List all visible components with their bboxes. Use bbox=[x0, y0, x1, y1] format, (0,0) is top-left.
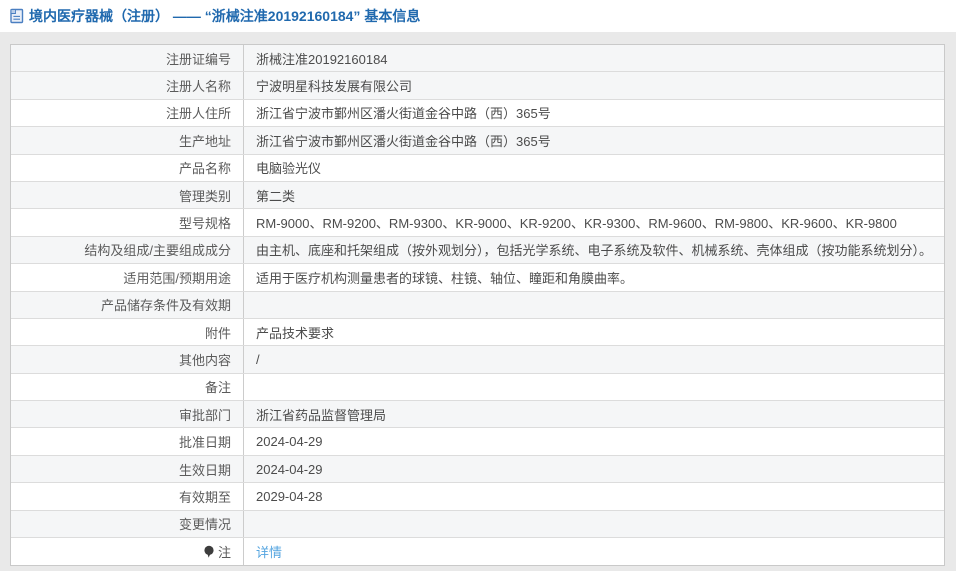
row-value: 浙械注准20192160184 bbox=[256, 51, 388, 67]
row-label: 适用范围/预期用途 bbox=[11, 264, 244, 291]
table-row-expiry-date: 有效期至 2029-04-28 bbox=[11, 483, 944, 511]
row-label: 结构及组成/主要组成成分 bbox=[11, 236, 244, 264]
table-row-remarks: 备注 bbox=[11, 373, 944, 402]
table-row-model-spec: 型号规格 RM-9000、RM-9200、RM-9300、KR-9000、KR-… bbox=[11, 209, 944, 237]
row-label: 注册人住所 bbox=[11, 99, 244, 127]
row-value: 由主机、底座和托架组成（按外观划分），包括光学系统、电子系统及软件、机械系统、壳… bbox=[256, 243, 933, 259]
row-label: 注册人名称 bbox=[11, 72, 244, 99]
row-value: / bbox=[256, 351, 260, 367]
row-label: 产品名称 bbox=[11, 154, 244, 181]
table-row-production-address: 生产地址 浙江省宁波市鄞州区潘火街道金谷中路（西）365号 bbox=[11, 127, 944, 155]
table-row-registrant-address: 注册人住所 浙江省宁波市鄞州区潘火街道金谷中路（西）365号 bbox=[11, 99, 944, 128]
row-value: 电脑验光仪 bbox=[256, 161, 322, 177]
row-value bbox=[244, 292, 944, 318]
row-label: 管理类别 bbox=[11, 181, 244, 209]
row-label: 其他内容 bbox=[11, 346, 244, 373]
row-value: RM-9000、RM-9200、RM-9300、KR-9000、KR-9200、… bbox=[256, 216, 897, 232]
row-value: 2024-04-29 bbox=[256, 461, 323, 477]
row-value: 宁波明星科技发展有限公司 bbox=[256, 79, 413, 95]
table-row-registrant-name: 注册人名称 宁波明星科技发展有限公司 bbox=[11, 72, 944, 100]
row-label: 变更情况 bbox=[11, 510, 244, 538]
row-value: 2029-04-28 bbox=[256, 488, 323, 504]
row-label: 审批部门 bbox=[11, 401, 244, 428]
registration-info-table: 注册证编号 浙械注准20192160184 注册人名称 宁波明星科技发展有限公司… bbox=[10, 44, 945, 567]
row-value: 浙江省药品监督管理局 bbox=[256, 407, 387, 423]
table-row-other-content: 其他内容 / bbox=[11, 346, 944, 374]
row-label-text: 注 bbox=[217, 545, 231, 561]
row-label: 注册证编号 bbox=[11, 45, 244, 72]
table-row-structure-composition: 结构及组成/主要组成成分 由主机、底座和托架组成（按外观划分），包括光学系统、电… bbox=[11, 236, 944, 265]
table-row-note: 注 详情 bbox=[11, 538, 944, 566]
row-label: 批准日期 bbox=[11, 428, 244, 455]
table-row-registration-number: 注册证编号 浙械注准20192160184 bbox=[11, 45, 944, 73]
row-value: 浙江省宁波市鄞州区潘火街道金谷中路（西）365号 bbox=[256, 106, 551, 122]
page-header: 境内医疗器械（注册） —— “浙械注准20192160184” 基本信息 bbox=[0, 0, 956, 32]
row-label: 有效期至 bbox=[11, 483, 244, 510]
table-row-product-name: 产品名称 电脑验光仪 bbox=[11, 154, 944, 182]
row-label: 备注 bbox=[11, 373, 244, 401]
row-value bbox=[244, 511, 944, 537]
row-label: 型号规格 bbox=[11, 209, 244, 236]
note-icon bbox=[203, 545, 215, 559]
table-row-change-status: 变更情况 bbox=[11, 510, 944, 539]
row-value: 适用于医疗机构测量患者的球镜、柱镜、轴位、瞳距和角膜曲率。 bbox=[256, 270, 634, 286]
row-value: 产品技术要求 bbox=[256, 325, 335, 341]
row-value: 2024-04-29 bbox=[256, 434, 323, 450]
row-label: 生产地址 bbox=[11, 127, 244, 154]
row-value bbox=[244, 374, 944, 400]
document-icon bbox=[10, 8, 24, 24]
table-row-storage-conditions: 产品储存条件及有效期 bbox=[11, 291, 944, 319]
row-value: 浙江省宁波市鄞州区潘火街道金谷中路（西）365号 bbox=[256, 133, 551, 149]
row-value: 第二类 bbox=[256, 188, 296, 204]
table-row-approval-department: 审批部门 浙江省药品监督管理局 bbox=[11, 401, 944, 429]
row-label: 产品储存条件及有效期 bbox=[11, 291, 244, 318]
row-label: 注 bbox=[11, 538, 244, 566]
page-title: 境内医疗器械（注册） —— “浙械注准20192160184” 基本信息 bbox=[29, 8, 421, 24]
detail-link[interactable]: 详情 bbox=[256, 542, 282, 561]
table-row-effective-date: 生效日期 2024-04-29 bbox=[11, 455, 944, 484]
table-row-management-category: 管理类别 第二类 bbox=[11, 181, 944, 210]
table-row-intended-use: 适用范围/预期用途 适用于医疗机构测量患者的球镜、柱镜、轴位、瞳距和角膜曲率。 bbox=[11, 264, 944, 292]
row-value: 详情 bbox=[244, 538, 944, 565]
row-label: 附件 bbox=[11, 318, 244, 346]
row-label: 生效日期 bbox=[11, 455, 244, 483]
table-row-approval-date: 批准日期 2024-04-29 bbox=[11, 428, 944, 456]
table-row-attachment: 附件 产品技术要求 bbox=[11, 318, 944, 347]
